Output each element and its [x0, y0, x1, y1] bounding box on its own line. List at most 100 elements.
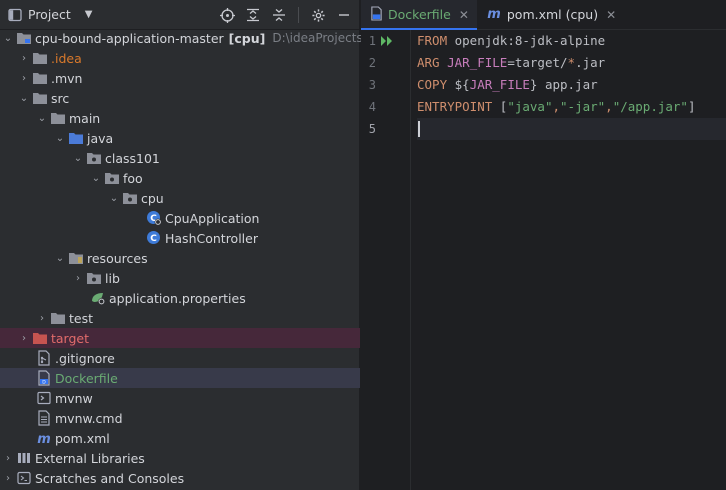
code-line: COPY ${JAR_FILE} app.jar — [417, 74, 726, 96]
tree-row-cpu[interactable]: ⌄ cpu — [0, 188, 360, 208]
code-token: * — [567, 55, 576, 70]
chevron-down-icon[interactable]: ⌄ — [70, 148, 86, 168]
tree-row-gitignore[interactable]: .gitignore — [0, 348, 360, 368]
tree-label: HashController — [165, 230, 258, 246]
tree-row-idea[interactable]: › .idea — [0, 48, 360, 68]
code-token: openjdk:8-jdk-alpine — [447, 33, 606, 48]
tree-row-src[interactable]: ⌄ src — [0, 88, 360, 108]
tree-row-lib[interactable]: › lib — [0, 268, 360, 288]
panel-title[interactable]: Project — [28, 7, 71, 22]
minimize-icon[interactable] — [335, 6, 353, 24]
folder-icon — [32, 68, 48, 88]
project-tool-window: Project ▼ ⌄ cpu-bound-application-master… — [0, 0, 393, 490]
chevron-down-icon[interactable]: ⌄ — [34, 108, 50, 128]
svg-text:m: m — [37, 432, 51, 445]
tree-row-pom-xml[interactable]: m pom.xml — [0, 428, 360, 448]
chevron-right-icon[interactable]: › — [34, 308, 50, 328]
gear-icon[interactable] — [309, 6, 327, 24]
close-icon[interactable]: ✕ — [606, 8, 616, 22]
gitignore-icon — [36, 348, 52, 368]
svg-text:D: D — [42, 379, 46, 385]
tree-label: Scratches and Consoles — [35, 470, 185, 486]
project-view-icon[interactable] — [8, 8, 22, 22]
tree-row-external-libraries[interactable]: › External Libraries — [0, 448, 360, 468]
code-token: JAR_FILE — [469, 77, 530, 92]
tree-row-foo[interactable]: ⌄ foo — [0, 168, 360, 188]
scratches-icon — [16, 468, 32, 488]
svg-text:m: m — [487, 7, 501, 20]
chevron-right-icon[interactable]: › — [0, 468, 16, 488]
line-number: 1 — [368, 34, 376, 48]
code-token: =target/ — [507, 55, 568, 70]
tree-label: cpu — [141, 190, 164, 206]
tree-row-hashcontroller[interactable]: C HashController — [0, 228, 360, 248]
editor-gutter: 1 2 3 4 5 — [361, 30, 411, 490]
code-token: ] — [687, 99, 696, 114]
libraries-icon — [16, 448, 32, 468]
project-header: Project ▼ — [0, 0, 359, 30]
tree-row-test[interactable]: › test — [0, 308, 360, 328]
tree-row-main[interactable]: ⌄ main — [0, 108, 360, 128]
resources-folder-icon — [68, 248, 84, 268]
tree-row-dockerfile[interactable]: D Dockerfile — [0, 368, 360, 388]
tree-row-cpuapplication[interactable]: C CpuApplication — [0, 208, 360, 228]
chevron-right-icon[interactable]: › — [0, 448, 16, 468]
code-line: FROM openjdk:8-jdk-alpine — [417, 30, 726, 52]
chevron-right-icon[interactable]: › — [16, 68, 32, 88]
close-icon[interactable]: ✕ — [459, 8, 469, 22]
text-caret — [418, 121, 420, 137]
chevron-right-icon[interactable]: › — [16, 48, 32, 68]
tree-label: Dockerfile — [55, 370, 118, 386]
code-token: "-jar" — [560, 99, 606, 114]
tree-label: foo — [123, 170, 143, 186]
tree-row-scratches[interactable]: › Scratches and Consoles — [0, 468, 360, 488]
tree-label: lib — [105, 270, 120, 286]
collapse-all-icon[interactable] — [270, 6, 288, 24]
code-line: ENTRYPOINT ["java","-jar","/app.jar"] — [417, 96, 726, 118]
svg-text:C: C — [150, 234, 157, 244]
editor-tabs: Dockerfile ✕ m pom.xml (cpu) ✕ — [361, 0, 726, 30]
chevron-right-icon[interactable]: › — [16, 328, 32, 348]
terminal-file-icon — [36, 388, 52, 408]
tree-label: resources — [87, 250, 148, 266]
editor: Dockerfile ✕ m pom.xml (cpu) ✕ 1 2 3 4 5… — [361, 0, 726, 490]
tree-label: CpuApplication — [165, 210, 260, 226]
chevron-down-icon[interactable]: ⌄ — [52, 248, 68, 268]
tree-row-resources[interactable]: ⌄ resources — [0, 248, 360, 268]
tree-row-target[interactable]: › target — [0, 328, 360, 348]
locate-icon[interactable] — [218, 6, 236, 24]
tree-label: test — [69, 310, 94, 326]
tree-row-root[interactable]: ⌄ cpu-bound-application-master [cpu] D:\… — [0, 28, 393, 48]
chevron-down-icon[interactable]: ⌄ — [0, 28, 16, 48]
run-icon[interactable] — [380, 35, 394, 50]
excluded-folder-icon — [32, 328, 48, 348]
tree-row-mvnw[interactable]: mvnw — [0, 388, 360, 408]
chevron-right-icon[interactable]: › — [70, 268, 86, 288]
code-area[interactable]: FROM openjdk:8-jdk-alpine ARG JAR_FILE=t… — [417, 30, 726, 490]
code-token: ENTRYPOINT — [417, 99, 493, 114]
code-line — [417, 118, 726, 140]
tree-row-application-properties[interactable]: application.properties — [0, 288, 360, 308]
tree-row-mvnw-cmd[interactable]: mvnw.cmd — [0, 408, 360, 428]
chevron-down-icon[interactable]: ▼ — [85, 9, 93, 20]
folder-icon — [32, 88, 48, 108]
package-icon — [122, 188, 138, 208]
chevron-down-icon[interactable]: ⌄ — [52, 128, 68, 148]
tree-row-java[interactable]: ⌄ java — [0, 128, 360, 148]
code-line: ARG JAR_FILE=target/*.jar — [417, 52, 726, 74]
code-token: } app.jar — [529, 77, 598, 92]
tree-row-mvn[interactable]: › .mvn — [0, 68, 360, 88]
tree-label: java — [87, 130, 114, 146]
module-folder-icon — [16, 28, 32, 48]
source-folder-icon — [68, 128, 84, 148]
toolbar-separator — [298, 7, 299, 23]
expand-all-icon[interactable] — [244, 6, 262, 24]
chevron-down-icon[interactable]: ⌄ — [16, 88, 32, 108]
tab-dockerfile[interactable]: Dockerfile ✕ — [361, 0, 477, 30]
tree-row-class101[interactable]: ⌄ class101 — [0, 148, 360, 168]
text-file-icon — [36, 408, 52, 428]
chevron-down-icon[interactable]: ⌄ — [88, 168, 104, 188]
tab-pom-xml[interactable]: m pom.xml (cpu) ✕ — [477, 0, 624, 29]
folder-icon — [50, 108, 66, 128]
chevron-down-icon[interactable]: ⌄ — [106, 188, 122, 208]
